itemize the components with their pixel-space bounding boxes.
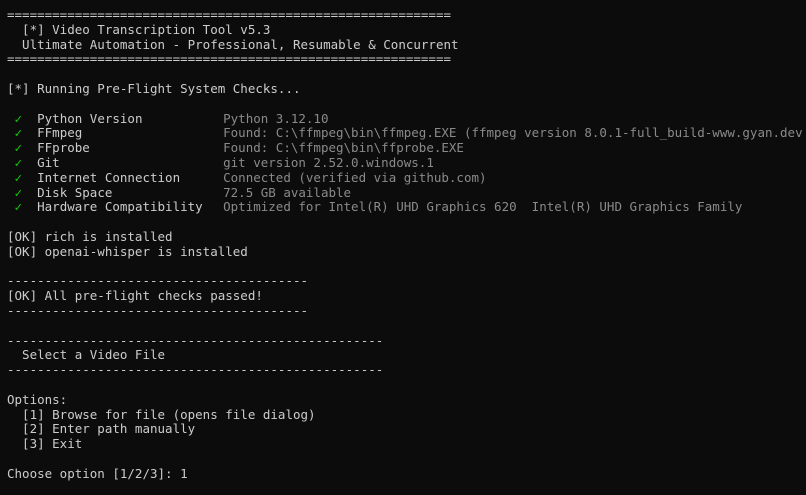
- select-title: Select a Video File: [7, 347, 166, 363]
- check-value: Found: C:\ffmpeg\bin\ffmpeg.EXE (ffmpeg …: [223, 125, 803, 141]
- app-title: [*] Video Transcription Tool v5.3: [7, 21, 271, 37]
- preflight-check-row: ✓ Internet Connection Connected (verified…: [7, 169, 806, 186]
- prompt-line[interactable]: Choose option [1/2/3]: 1: [7, 465, 806, 482]
- prompt-input-value[interactable]: 1: [180, 466, 188, 481]
- check-mark-icon: ✓: [14, 169, 23, 185]
- result-message: [OK] All pre-flight checks passed!: [7, 288, 263, 304]
- check-value: Python 3.12.10: [223, 110, 329, 126]
- option-enter-path: [2] Enter path manually: [7, 421, 196, 437]
- result-rule-bottom: ----------------------------------------: [7, 302, 309, 318]
- check-label: FFprobe: [37, 140, 90, 156]
- preflight-check-row: ✓ Git git version 2.52.0.windows.1: [7, 154, 806, 171]
- check-mark-icon: ✓: [14, 154, 23, 170]
- select-rule-bottom: ----------------------------------------…: [7, 362, 384, 378]
- check-label: FFmpeg: [37, 125, 83, 141]
- preflight-checks-list: ✓ Python Version Python 3.12.10 ✓ FFmpeg F…: [7, 110, 806, 216]
- check-mark-icon: ✓: [14, 184, 23, 200]
- check-label: Disk Space: [37, 184, 113, 200]
- check-value: 72.5 GB available: [223, 184, 352, 200]
- check-mark-icon: ✓: [14, 199, 23, 215]
- check-label: Internet Connection: [37, 169, 181, 185]
- preflight-heading: [*] Running Pre-Flight System Checks...: [7, 80, 301, 96]
- app-subtitle: Ultimate Automation - Professional, Resu…: [7, 36, 459, 52]
- option-browse: [1] Browse for file (opens file dialog): [7, 406, 316, 422]
- option-exit: [3] Exit: [7, 436, 83, 452]
- preflight-check-row: ✓ Disk Space 72.5 GB available: [7, 184, 806, 201]
- preflight-check-row: ✓ Hardware Compatibility Optimized for In…: [7, 199, 806, 215]
- check-value: Found: C:\ffmpeg\bin\ffprobe.EXE: [223, 140, 464, 156]
- check-label: Git: [37, 154, 60, 170]
- preflight-check-row: ✓ FFprobe Found: C:\ffmpeg\bin\ffprobe.EX…: [7, 140, 806, 156]
- preflight-check-row: ✓ Python Version Python 3.12.10: [7, 110, 806, 127]
- check-mark-icon: ✓: [14, 140, 23, 156]
- check-mark-icon: ✓: [14, 110, 23, 126]
- preflight-check-row: ✓ FFmpeg Found: C:\ffmpeg\bin\ffmpeg.EXE …: [7, 125, 806, 141]
- package-status-whisper: [OK] openai-whisper is installed: [7, 243, 248, 259]
- select-rule-top: ----------------------------------------…: [7, 332, 384, 348]
- check-value: Optimized for Intel(R) UHD Graphics 620 …: [223, 199, 743, 215]
- check-value: git version 2.52.0.windows.1: [223, 154, 434, 170]
- options-heading: Options:: [7, 391, 68, 407]
- terminal-window[interactable]: ========================================…: [0, 0, 806, 495]
- check-value: Connected (verified via github.com): [223, 169, 487, 185]
- header-rule-top: ========================================…: [7, 7, 452, 22]
- check-label: Hardware Compatibility: [37, 199, 203, 215]
- check-label: Python Version: [37, 110, 143, 126]
- check-mark-icon: ✓: [14, 125, 23, 141]
- result-rule-top: ----------------------------------------: [7, 273, 309, 289]
- package-status-rich: [OK] rich is installed: [7, 228, 173, 244]
- prompt-text: Choose option [1/2/3]:: [7, 465, 181, 481]
- header-rule-bottom: ========================================…: [7, 51, 452, 67]
